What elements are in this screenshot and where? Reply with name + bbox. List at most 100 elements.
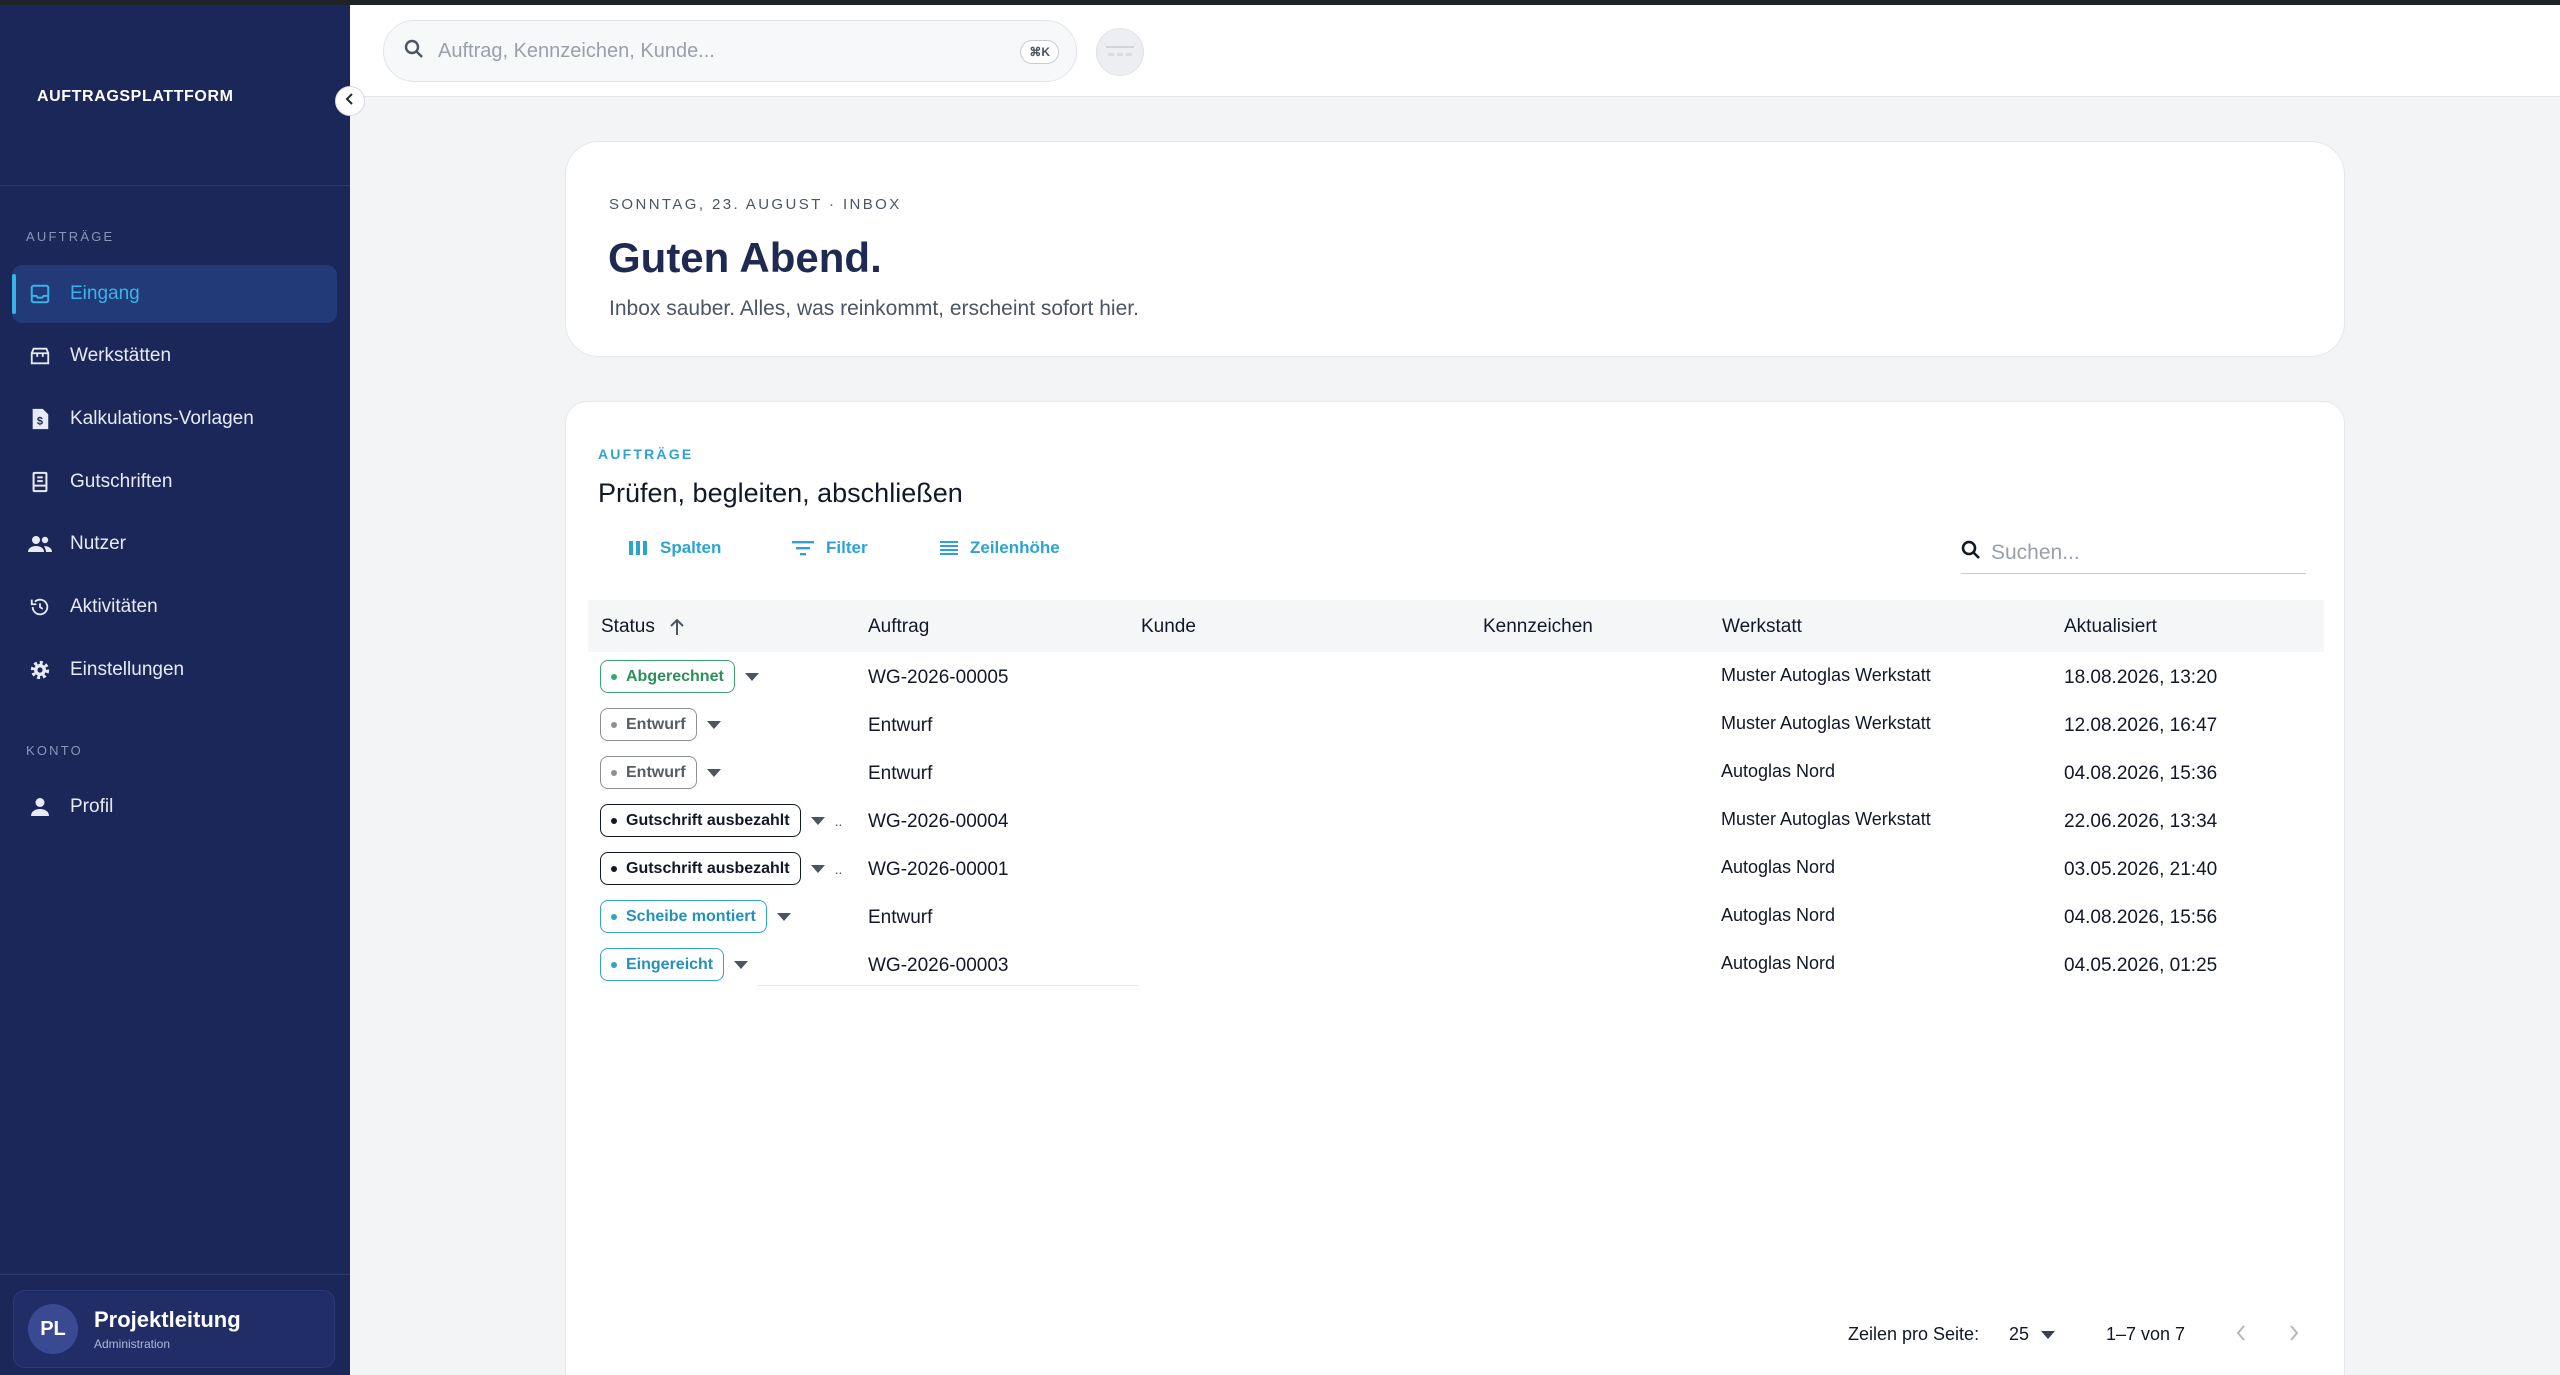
table-row[interactable]: Gutschrift ausbezahlt.. WG-2026-00004 Must…: [588, 796, 2324, 844]
status-dot-icon: [611, 961, 617, 968]
aktualisiert-cell: 04.08.2026, 15:56: [2064, 907, 2218, 928]
search-icon: [404, 39, 424, 64]
status-cell: Scheibe montiert: [600, 900, 791, 933]
sidebar-item-aktivitaeten[interactable]: Aktivitäten: [12, 578, 337, 636]
status-dot-icon: [611, 721, 617, 728]
status-dropdown-icon[interactable]: [706, 720, 721, 729]
row-density-button[interactable]: Zeilenhöhe: [940, 538, 1060, 558]
status-dot-icon: [611, 865, 617, 872]
inbox-icon: [28, 282, 52, 306]
user-role: Administration: [94, 1337, 171, 1351]
status-badge[interactable]: Entwurf: [600, 708, 697, 741]
sidebar-item-werkstaetten[interactable]: Werkstätten: [12, 327, 337, 385]
status-dropdown-icon[interactable]: [706, 768, 721, 777]
status-dropdown-icon[interactable]: [744, 672, 759, 681]
sidebar-item-label: Kalkulations-Vorlagen: [70, 408, 254, 429]
placeholder-image-icon: [1106, 46, 1134, 56]
status-badge[interactable]: Eingereicht: [600, 948, 725, 981]
column-header-kennzeichen[interactable]: Kennzeichen: [1483, 616, 1593, 638]
previous-page-button[interactable]: [2226, 1318, 2256, 1348]
chevron-left-icon: [2236, 1325, 2245, 1341]
arrow-up-icon: [669, 618, 685, 636]
table-row[interactable]: Gutschrift ausbezahlt.. WG-2026-00001 Auto…: [588, 844, 2324, 892]
sidebar-item-kalkulations-vorlagen[interactable]: $ Kalkulations-Vorlagen: [12, 390, 337, 448]
sidebar-section-account: KONTO: [26, 743, 83, 758]
table-header: Status Auftrag Kunde Kennzeichen Werksta…: [588, 600, 2324, 652]
sidebar-collapse-button[interactable]: [335, 86, 365, 116]
status-badge[interactable]: Scheibe montiert: [600, 900, 767, 933]
sidebar: AUFTRAGSPLATTFORM AUFTRÄGE Eingang Werks…: [0, 0, 350, 1375]
shortcut-badge: ⌘K: [1020, 40, 1059, 64]
top-header: ⌘K: [350, 5, 2560, 97]
table-row[interactable]: Entwurf Entwurf Autoglas Nord 04.08.2026, 1…: [588, 748, 2324, 796]
gear-icon: [28, 658, 52, 682]
aktualisiert-cell: 03.05.2026, 21:40: [2064, 859, 2218, 880]
table-search-input[interactable]: [1991, 540, 2281, 565]
table-row[interactable]: Eingereicht WG-2026-00003 Autoglas Nord 04.…: [588, 940, 2324, 988]
header-avatar[interactable]: [1096, 28, 1144, 76]
aktualisiert-cell: 12.08.2026, 16:47: [2064, 715, 2218, 736]
status-dropdown-icon[interactable]: [734, 960, 749, 969]
greeting-title: Guten Abend.: [608, 234, 882, 281]
columns-button[interactable]: Spalten: [628, 538, 721, 558]
werkstatt-cell: Muster Autoglas Werkstatt: [1721, 665, 1931, 685]
werkstatt-cell: Autoglas Nord: [1721, 761, 1836, 781]
werkstatt-cell: Muster Autoglas Werkstatt: [1721, 713, 1931, 733]
more-indicator: ..: [834, 812, 843, 829]
sidebar-item-nutzer[interactable]: Nutzer: [12, 515, 337, 573]
users-icon: [28, 532, 52, 556]
sidebar-item-einstellungen[interactable]: Einstellungen: [12, 641, 337, 699]
global-search[interactable]: ⌘K: [383, 20, 1077, 82]
status-badge[interactable]: Gutschrift ausbezahlt: [600, 852, 801, 885]
sidebar-item-gutschriften[interactable]: Gutschriften: [12, 453, 337, 511]
table-row[interactable]: Entwurf Entwurf Muster Autoglas Werkstatt 1…: [588, 700, 2324, 748]
document-dollar-icon: $: [28, 407, 52, 431]
table-row[interactable]: Scheibe montiert Entwurf Autoglas Nord 04.0…: [588, 892, 2324, 940]
auftrag-cell: WG-2026-00001: [868, 859, 1009, 880]
status-dropdown-icon[interactable]: [810, 864, 825, 873]
werkstatt-cell: Autoglas Nord: [1721, 905, 1836, 925]
aktualisiert-cell: 04.05.2026, 01:25: [2064, 955, 2218, 976]
sidebar-divider: [0, 185, 350, 186]
status-cell: Entwurf: [600, 756, 721, 789]
column-header-status[interactable]: Status: [601, 616, 685, 638]
orders-kicker: AUFTRÄGE: [598, 446, 694, 462]
history-icon: [28, 595, 52, 619]
columns-icon: [628, 540, 648, 556]
werkstatt-cell: Autoglas Nord: [1721, 953, 1836, 973]
status-badge[interactable]: Abgerechnet: [600, 660, 735, 693]
rows-per-page-label: Zeilen pro Seite:: [1848, 1324, 1980, 1344]
status-dropdown-icon[interactable]: [810, 816, 825, 825]
global-search-input[interactable]: [438, 39, 998, 63]
status-cell: Abgerechnet: [600, 660, 759, 693]
auftrag-cell: Entwurf: [868, 763, 933, 784]
avatar: PL: [28, 1304, 78, 1354]
status-badge[interactable]: Entwurf: [600, 756, 697, 789]
column-header-werkstatt[interactable]: Werkstatt: [1722, 616, 1802, 638]
next-page-button[interactable]: [2279, 1318, 2309, 1348]
sidebar-item-label: Nutzer: [70, 533, 126, 554]
table-search[interactable]: [1961, 532, 2306, 574]
filter-button[interactable]: Filter: [792, 538, 868, 558]
receipt-icon: [28, 470, 52, 494]
status-dot-icon: [611, 673, 617, 680]
user-card[interactable]: PL Projektleitung Administration: [13, 1290, 335, 1368]
status-dot-icon: [611, 913, 617, 920]
column-header-aktualisiert[interactable]: Aktualisiert: [2064, 616, 2157, 638]
orders-title: Prüfen, begleiten, abschließen: [598, 478, 963, 508]
greeting-card: SONNTAG, 23. AUGUST · INBOX Guten Abend.…: [565, 141, 2345, 357]
sidebar-item-eingang[interactable]: Eingang: [12, 265, 337, 323]
chevron-left-icon: [344, 92, 356, 110]
status-dot-icon: [611, 817, 617, 824]
column-header-kunde[interactable]: Kunde: [1141, 616, 1196, 638]
status-badge[interactable]: Gutschrift ausbezahlt: [600, 804, 801, 837]
status-dropdown-icon[interactable]: [776, 912, 791, 921]
column-header-auftrag[interactable]: Auftrag: [868, 616, 929, 638]
table-row[interactable]: Abgerechnet WG-2026-00005 Muster Autoglas …: [588, 652, 2324, 700]
greeting-subtitle: Inbox sauber. Alles, was reinkommt, ersc…: [609, 297, 1139, 320]
window-top-strip: [0, 0, 2560, 5]
status-dot-icon: [611, 769, 617, 776]
sidebar-item-profil[interactable]: Profil: [12, 778, 337, 836]
status-cell: Entwurf: [600, 708, 721, 741]
rows-per-page-select[interactable]: 25: [2009, 1324, 2056, 1345]
